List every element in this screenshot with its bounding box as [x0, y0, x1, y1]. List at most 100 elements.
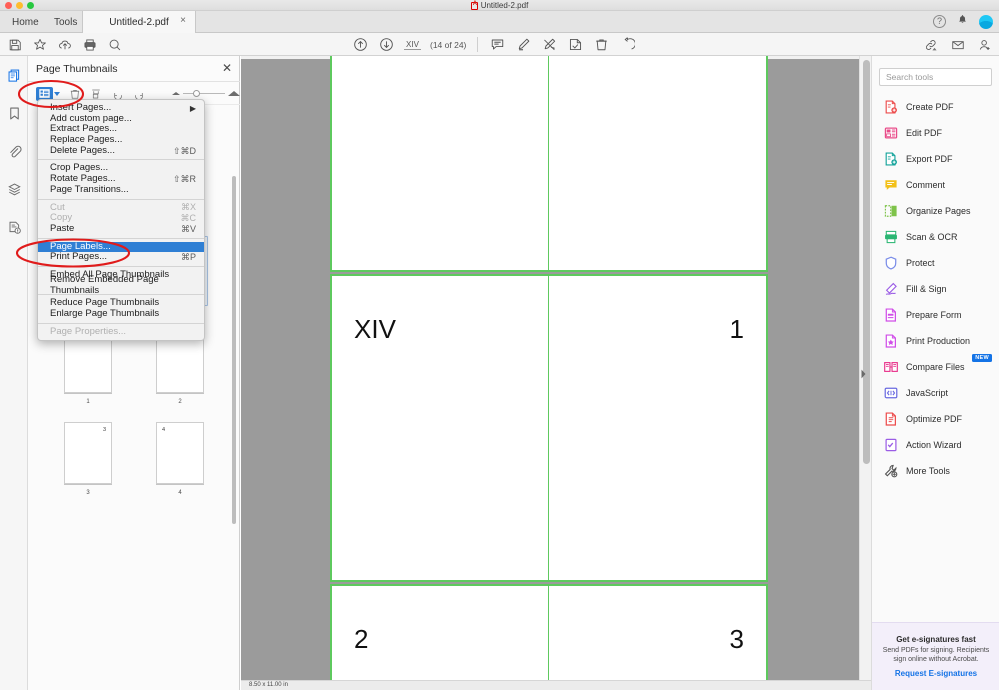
- menu-item-shortcut: ⌘C: [181, 213, 197, 224]
- rail-item-page-thumbnails[interactable]: [0, 56, 28, 94]
- tool-item-label: Protect: [906, 258, 935, 268]
- freehand-draw-icon[interactable]: [541, 36, 558, 53]
- large-thumbnails-icon: [228, 91, 240, 96]
- print-icon[interactable]: [81, 36, 98, 53]
- rail-item-bookmarks[interactable]: [0, 94, 28, 132]
- menu-item-label: Paste: [50, 224, 181, 235]
- tool-item-print-production[interactable]: Print Production: [872, 328, 999, 354]
- new-badge: NEW: [972, 354, 992, 362]
- save-icon[interactable]: [6, 36, 23, 53]
- tool-item-export-pdf[interactable]: Export PDF: [872, 146, 999, 172]
- tool-item-create-pdf[interactable]: Create PDF: [872, 94, 999, 120]
- menu-item-paste[interactable]: Paste⌘V: [38, 224, 204, 235]
- tab-home[interactable]: Home: [2, 11, 49, 33]
- tool-item-organize-pages[interactable]: Organize Pages: [872, 198, 999, 224]
- tool-item-more-tools[interactable]: More Tools: [872, 458, 999, 484]
- tab-tools[interactable]: Tools: [44, 11, 87, 33]
- menu-item-print-pages[interactable]: Print Pages...⌘P: [38, 252, 204, 263]
- slider-knob[interactable]: [193, 90, 200, 97]
- bell-icon[interactable]: [957, 14, 968, 29]
- menu-item-delete-pages[interactable]: Delete Pages...⇧⌘D: [38, 146, 204, 157]
- tool-item-protect[interactable]: Protect: [872, 250, 999, 276]
- page-number-text: XIV: [354, 314, 396, 345]
- page-left[interactable]: XIV: [332, 276, 549, 580]
- arrow-down-circle-icon[interactable]: [378, 36, 395, 53]
- menu-separator: [38, 159, 204, 160]
- close-icon[interactable]: ✕: [222, 62, 232, 74]
- thumbnail-4[interactable]: 44: [134, 418, 226, 496]
- thumbnails-panel-header: Page Thumbnails ✕: [28, 56, 240, 82]
- menu-item-remove-embedded-page-thumbnails[interactable]: Remove Embedded Page Thumbnails: [38, 281, 204, 292]
- tab-document[interactable]: Untitled-2.pdf ×: [82, 11, 196, 33]
- tool-item-comment[interactable]: Comment: [872, 172, 999, 198]
- cloud-upload-icon[interactable]: [56, 36, 73, 53]
- zoom-search-icon[interactable]: [106, 36, 123, 53]
- tool-item-label: Compare Files: [906, 362, 965, 372]
- tool-item-edit-pdf[interactable]: Edit PDF: [872, 120, 999, 146]
- export-pdf-icon: [884, 152, 898, 166]
- page-left[interactable]: [332, 56, 549, 270]
- menu-item-page-transitions[interactable]: Page Transitions...: [38, 185, 204, 196]
- tool-item-javascript[interactable]: JavaScript: [872, 380, 999, 406]
- collapse-right-panel-button[interactable]: [859, 368, 868, 380]
- optimize-pdf-icon: [884, 412, 898, 426]
- menu-item-enlarge-page-thumbnails[interactable]: Enlarge Page Thumbnails: [38, 309, 204, 320]
- request-esignatures-link[interactable]: Request E-signatures: [895, 669, 977, 678]
- page-right[interactable]: [549, 56, 766, 270]
- rail-item-attachments[interactable]: [0, 132, 28, 170]
- page-right[interactable]: 1: [549, 276, 766, 580]
- stamp-icon[interactable]: [567, 36, 584, 53]
- thumbnails-panel-title: Page Thumbnails: [36, 63, 118, 75]
- menu-item-page-properties: Page Properties...: [38, 327, 204, 338]
- thumbnail-3[interactable]: 33: [42, 418, 134, 496]
- add-person-icon[interactable]: [976, 36, 993, 53]
- page-spread[interactable]: [330, 56, 768, 272]
- scan-ocr-icon: [884, 230, 898, 244]
- page-number-input[interactable]: XIV: [404, 40, 421, 50]
- thumbnails-scrollbar[interactable]: [232, 176, 236, 524]
- tool-item-compare-files[interactable]: Compare Files NEW: [872, 354, 999, 380]
- comment-icon[interactable]: [489, 36, 506, 53]
- tool-item-scan-ocr[interactable]: Scan & OCR: [872, 224, 999, 250]
- rail-item-layers[interactable]: [0, 170, 28, 208]
- star-icon[interactable]: [31, 36, 48, 53]
- edit-pdf-icon: [884, 126, 898, 140]
- tools-panel: Search tools Create PDF Edit PDF Export PD…: [871, 56, 999, 690]
- page-number-text: 2: [354, 624, 368, 655]
- menu-item-label: Page Properties...: [50, 327, 196, 338]
- arrow-up-circle-icon[interactable]: [352, 36, 369, 53]
- page-thumbnails-options-menu[interactable]: Insert Pages...▶Add custom page...Extrac…: [37, 99, 205, 341]
- document-viewer[interactable]: XIV123 8.50 x 11.00 in: [241, 56, 871, 690]
- undo-icon[interactable]: [619, 36, 636, 53]
- tool-item-prepare-form[interactable]: Prepare Form: [872, 302, 999, 328]
- page-spread[interactable]: 23: [330, 584, 768, 690]
- thumbnail-page-number: 3: [103, 427, 106, 433]
- acrobat-window: Untitled-2.pdf Home Tools Untitled-2.pdf…: [0, 0, 999, 690]
- tool-item-fill-sign[interactable]: Fill & Sign: [872, 276, 999, 302]
- menu-item-shortcut: ⌘V: [181, 224, 196, 235]
- prepare-form-icon: [884, 308, 898, 322]
- thumbnail-frame: 4: [152, 418, 208, 488]
- trash-icon[interactable]: [593, 36, 610, 53]
- user-avatar[interactable]: [979, 15, 993, 29]
- help-icon[interactable]: ?: [933, 15, 946, 28]
- viewer-scrollbar-thumb[interactable]: [863, 60, 870, 464]
- search-tools-input[interactable]: Search tools: [879, 68, 992, 86]
- page-spread[interactable]: XIV 1: [330, 274, 768, 582]
- highlight-pen-icon[interactable]: [515, 36, 532, 53]
- share-link-icon[interactable]: [922, 36, 939, 53]
- close-icon[interactable]: ×: [180, 16, 186, 26]
- tool-item-optimize-pdf[interactable]: Optimize PDF: [872, 406, 999, 432]
- page-left[interactable]: 2: [332, 586, 549, 690]
- rail-item-signatures[interactable]: [0, 208, 28, 246]
- tool-item-label: Edit PDF: [906, 128, 942, 138]
- toolbar-left-group: [6, 36, 123, 53]
- tool-item-action-wizard[interactable]: Action Wizard: [872, 432, 999, 458]
- left-icon-rail: [0, 56, 28, 690]
- thumbnail-size-slider[interactable]: [172, 91, 240, 96]
- slider-track[interactable]: [183, 93, 225, 95]
- tool-item-label: Action Wizard: [906, 440, 962, 450]
- email-icon[interactable]: [949, 36, 966, 53]
- viewer-status-bar: 8.50 x 11.00 in: [241, 680, 871, 690]
- page-right[interactable]: 3: [549, 586, 766, 690]
